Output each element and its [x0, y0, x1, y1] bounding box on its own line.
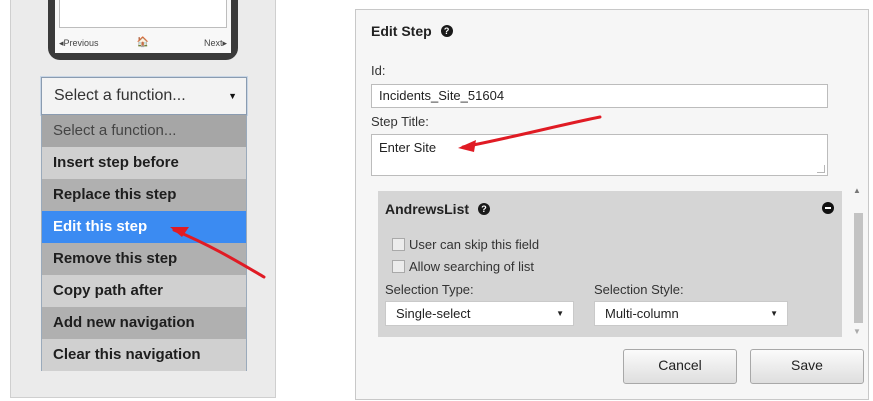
- step-title-value: Enter Site: [379, 140, 437, 155]
- phone-content-frame: [59, 0, 227, 28]
- selection-style-select[interactable]: Multi-column ▼: [594, 301, 788, 326]
- skip-field-checkbox[interactable]: [392, 238, 405, 252]
- help-icon[interactable]: ?: [440, 25, 453, 38]
- allow-search-option[interactable]: Allow searching of list: [392, 259, 534, 274]
- function-menu-panel: ◂Previous 🏠 Next▸ Select a function... ▼…: [10, 0, 276, 398]
- function-select-value: Select a function...: [54, 87, 186, 104]
- selection-type-select[interactable]: Single-select ▼: [385, 301, 574, 326]
- previous-link[interactable]: ◂Previous: [59, 38, 99, 49]
- scroll-thumb[interactable]: [854, 213, 863, 323]
- scroll-up-icon[interactable]: ▲: [853, 186, 861, 195]
- option-copy-path-after[interactable]: Copy path after: [42, 275, 246, 307]
- option-add-new-navigation[interactable]: Add new navigation: [42, 307, 246, 339]
- skip-field-label: User can skip this field: [409, 237, 540, 252]
- option-insert-step-before[interactable]: Insert step before: [42, 147, 246, 179]
- field-settings-section: AndrewsList? User can skip this field Al…: [378, 191, 842, 337]
- chevron-down-icon: ▼: [770, 309, 778, 318]
- edit-step-dialog: Edit Step? Id: Incidents_Site_51604 Step…: [355, 9, 869, 400]
- function-select[interactable]: Select a function... ▼: [41, 77, 247, 115]
- step-title-label: Step Title:: [371, 114, 429, 129]
- selection-type-label: Selection Type:: [385, 282, 474, 297]
- field-help-icon[interactable]: ?: [478, 203, 491, 216]
- function-options-list: Select a function... Insert step before …: [41, 115, 247, 371]
- save-button[interactable]: Save: [750, 349, 864, 384]
- option-remove-this-step[interactable]: Remove this step: [42, 243, 246, 275]
- field-name: AndrewsList: [385, 201, 470, 217]
- dialog-title: Edit Step?: [371, 23, 453, 39]
- selection-type-value: Single-select: [396, 306, 471, 321]
- next-link[interactable]: Next▸: [204, 38, 227, 49]
- cancel-button[interactable]: Cancel: [623, 349, 737, 384]
- scroll-down-icon[interactable]: ▼: [853, 327, 861, 336]
- id-input[interactable]: Incidents_Site_51604: [371, 84, 828, 108]
- dialog-title-text: Edit Step: [371, 23, 432, 39]
- skip-field-option[interactable]: User can skip this field: [392, 237, 539, 252]
- option-clear-this-navigation[interactable]: Clear this navigation: [42, 339, 246, 371]
- allow-search-label: Allow searching of list: [409, 259, 534, 274]
- home-icon[interactable]: 🏠: [137, 37, 149, 48]
- step-title-textarea[interactable]: Enter Site: [371, 134, 828, 176]
- selection-style-label: Selection Style:: [594, 282, 684, 297]
- collapse-icon[interactable]: [822, 202, 834, 214]
- option-replace-this-step[interactable]: Replace this step: [42, 179, 246, 211]
- field-section-title: AndrewsList?: [385, 201, 491, 217]
- phone-nav-bar: ◂Previous 🏠 Next▸: [59, 37, 227, 50]
- phone-screen: ◂Previous 🏠 Next▸: [55, 0, 231, 53]
- chevron-down-icon: ▼: [556, 309, 564, 318]
- option-select-function[interactable]: Select a function...: [42, 115, 246, 147]
- resize-grip-icon[interactable]: [817, 165, 825, 173]
- id-label: Id:: [371, 63, 386, 78]
- option-edit-this-step[interactable]: Edit this step: [42, 211, 246, 243]
- phone-preview: ◂Previous 🏠 Next▸: [48, 0, 238, 60]
- allow-search-checkbox[interactable]: [392, 260, 405, 274]
- chevron-down-icon: ▼: [228, 91, 237, 101]
- section-scrollbar[interactable]: ▲ ▼: [850, 186, 866, 336]
- selection-style-value: Multi-column: [605, 306, 679, 321]
